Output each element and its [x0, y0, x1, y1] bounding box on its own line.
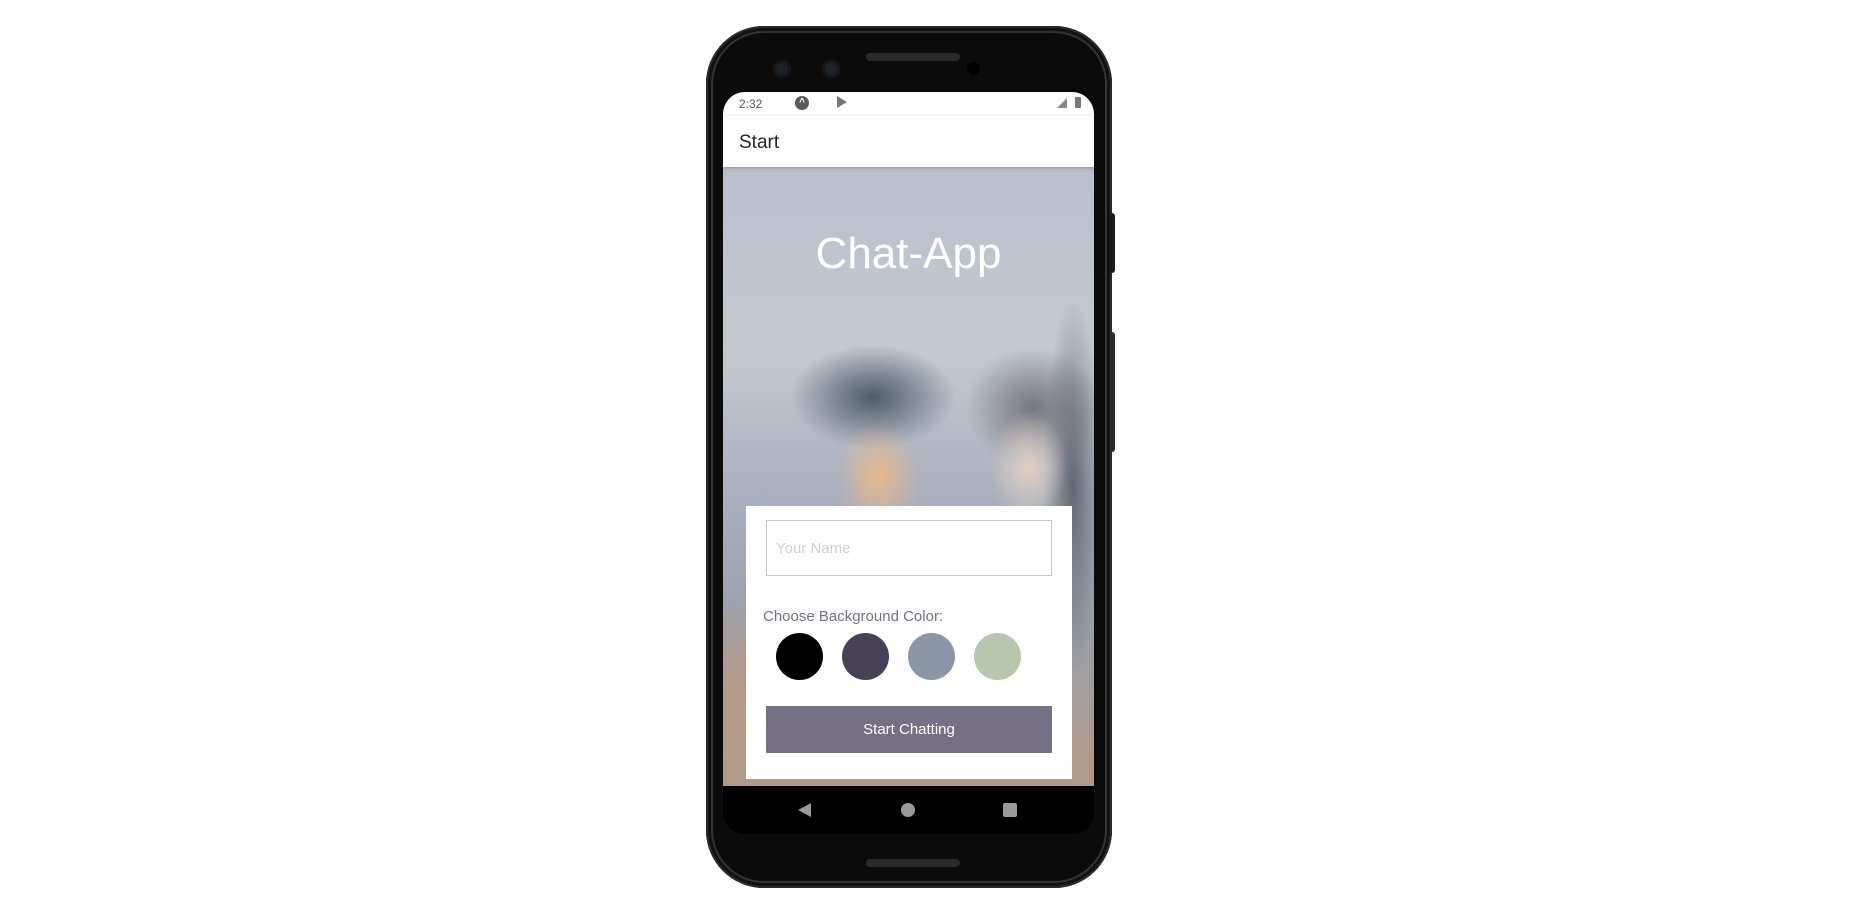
color-swatch-sage-green[interactable] — [974, 633, 1021, 680]
front-camera-icon — [773, 60, 791, 78]
page-title: Start — [739, 132, 780, 153]
device-screen: 2:32 ^ Start Chat-App Choose Background … — [723, 92, 1094, 834]
back-icon[interactable] — [798, 803, 811, 817]
status-time: 2:32 — [739, 97, 763, 111]
status-bar: 2:32 ^ — [723, 92, 1094, 116]
home-icon[interactable] — [901, 803, 915, 817]
start-chatting-button[interactable]: Start Chatting — [766, 706, 1052, 753]
recents-icon[interactable] — [1003, 803, 1017, 817]
earpiece-speaker — [866, 53, 960, 61]
name-input[interactable] — [766, 520, 1052, 576]
proximity-sensor — [967, 62, 980, 75]
color-swatch-black[interactable] — [776, 633, 823, 680]
background-image: Chat-App Choose Background Color: Start … — [723, 167, 1094, 786]
bottom-speaker — [866, 859, 960, 867]
front-camera-icon — [822, 60, 840, 78]
app-bar: Start — [723, 116, 1094, 167]
volume-button[interactable] — [1110, 332, 1115, 452]
power-button[interactable] — [1110, 213, 1115, 273]
play-store-icon — [837, 96, 847, 108]
color-swatch-dark-purple[interactable] — [842, 633, 889, 680]
app-a-icon: ^ — [795, 96, 809, 110]
start-form-card: Choose Background Color: Start Chatting — [746, 506, 1072, 779]
navigation-bar — [723, 786, 1094, 834]
signal-icon — [1057, 98, 1067, 108]
color-label: Choose Background Color: — [763, 608, 944, 625]
app-title: Chat-App — [815, 229, 1002, 278]
color-swatch-grey-blue[interactable] — [908, 633, 955, 680]
battery-icon — [1075, 97, 1081, 108]
